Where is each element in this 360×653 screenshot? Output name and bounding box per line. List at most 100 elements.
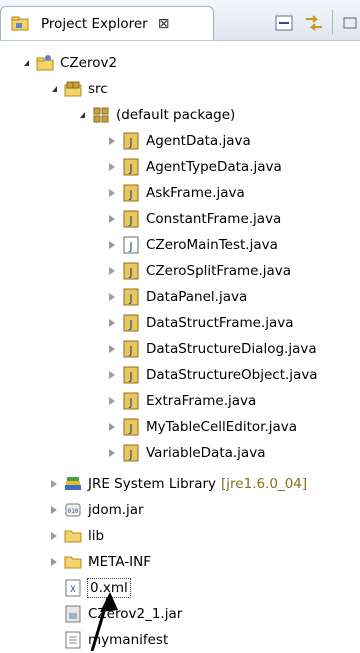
tree-item-java-file[interactable]: J DataPanel.java [106,284,247,310]
java-file-label: ConstantFrame.java [146,211,282,227]
jre-version-decoration: [jre1.6.0_04] [221,476,308,492]
package-label: (default package) [116,107,236,123]
java-file-icon: J [122,132,140,150]
svg-text:J: J [128,344,132,357]
tree-item-default-package[interactable]: (default package) [76,102,235,128]
svg-text:X: X [70,585,76,595]
svg-text:J: J [128,214,132,227]
project-explorer-icon [11,15,29,33]
collapsed-icon[interactable] [48,556,60,568]
collapsed-icon[interactable] [106,135,118,147]
expanded-icon[interactable] [76,109,88,121]
collapsed-icon[interactable] [106,265,118,277]
src-label: src [88,81,108,97]
collapsed-icon[interactable] [106,447,118,459]
svg-text:J: J [128,318,132,331]
tree-item-java-file[interactable]: J CZeroSplitFrame.java [106,258,291,284]
collapsed-icon[interactable] [106,369,118,381]
java-file-icon: J [122,418,140,436]
java-file-label: AskFrame.java [146,185,245,201]
java-file-icon: J [122,210,140,228]
java-file-label: DataStructureObject.java [146,367,318,383]
jre-library-label: JRE System Library [88,476,217,492]
tree-item-jar-file[interactable]: CZerov2_1.jar [64,601,182,627]
jdom-jar-label: jdom.jar [88,502,144,518]
tree-item-java-file[interactable]: J DataStructFrame.java [106,310,294,336]
collapsed-icon[interactable] [106,421,118,433]
tree-item-lib-folder[interactable]: lib [48,523,104,549]
project-explorer-tab[interactable]: Project Explorer ⊠ [0,6,214,40]
svg-text:J: J [128,266,132,279]
java-file-icon: J [122,444,140,462]
svg-text:J: J [128,422,132,435]
close-icon[interactable]: ⊠ [158,16,170,32]
collapsed-icon[interactable] [106,395,118,407]
collapsed-icon[interactable] [106,343,118,355]
svg-text:J: J [128,396,132,409]
folder-icon [64,527,82,545]
collapsed-icon[interactable] [106,291,118,303]
collapsed-icon[interactable] [106,239,118,251]
java-file-label: VariableData.java [146,445,266,461]
tree-item-meta-inf-folder[interactable]: META-INF [48,549,151,575]
svg-text:J: J [128,292,132,305]
xml-file-label: 0.xml [87,578,131,598]
lib-label: lib [88,528,105,544]
java-file-icon: J [122,158,140,176]
collapsed-icon[interactable] [48,530,60,542]
collapse-all-icon[interactable] [274,14,294,32]
java-file-label: AgentTypeData.java [146,159,282,175]
view-menu-icon[interactable] [340,14,360,32]
collapsed-icon[interactable] [106,161,118,173]
svg-text:J: J [128,188,132,201]
expanded-icon[interactable] [20,57,32,69]
collapsed-icon[interactable] [48,504,60,516]
tree-item-java-file[interactable]: J AgentTypeData.java [106,154,282,180]
svg-text:010: 010 [68,508,79,515]
toolbar-separator [332,10,333,34]
tree-item-java-file[interactable]: J CZeroMainTest.java [106,232,278,258]
jar-file-label: CZerov2_1.jar [88,606,183,622]
java-file-icon: J [122,236,140,254]
source-folder-icon [64,80,82,98]
java-file-icon: J [122,392,140,410]
svg-text:J: J [128,162,132,175]
folder-icon [64,553,82,571]
collapsed-icon[interactable] [106,187,118,199]
tree-item-java-file[interactable]: J VariableData.java [106,440,265,466]
java-file-label: CZeroSplitFrame.java [146,263,292,279]
tree-item-project[interactable]: CZerov2 [20,50,117,76]
collapsed-icon[interactable] [48,478,60,490]
java-file-icon: J [122,366,140,384]
tree-item-java-file[interactable]: J MyTableCellEditor.java [106,414,297,440]
tree-item-java-file[interactable]: J AgentData.java [106,128,251,154]
tree-item-jre-library[interactable]: JRE System Library [jre1.6.0_04] [48,471,307,497]
java-file-icon: J [122,184,140,202]
project-name: CZerov2 [60,55,118,71]
tree-item-jdom-jar[interactable]: 010 jdom.jar [48,497,144,523]
tree-item-manifest-file[interactable]: mymanifest [64,627,168,653]
svg-text:J: J [128,448,132,461]
tree-item-java-file[interactable]: J DataStructureDialog.java [106,336,317,362]
tree-item-java-file[interactable]: J DataStructureObject.java [106,362,318,388]
java-project-icon [36,54,54,72]
link-with-editor-icon[interactable] [304,14,324,32]
java-file-icon: J [122,262,140,280]
svg-text:J: J [128,370,132,383]
collapsed-icon[interactable] [106,317,118,329]
java-file-label: DataPanel.java [146,289,248,305]
tree-item-java-file[interactable]: J ConstantFrame.java [106,206,281,232]
collapsed-icon[interactable] [106,213,118,225]
tree-item-java-file[interactable]: J ExtraFrame.java [106,388,256,414]
meta-inf-label: META-INF [88,554,152,570]
java-file-label: DataStructFrame.java [146,315,294,331]
tree-item-src[interactable]: src [48,76,108,102]
library-icon [64,475,82,493]
java-file-label: DataStructureDialog.java [146,341,317,357]
expanded-icon[interactable] [48,83,60,95]
tree-item-java-file[interactable]: J AskFrame.java [106,180,245,206]
tree-item-xml-file[interactable]: X 0.xml [64,575,131,601]
java-file-label: AgentData.java [146,133,251,149]
java-file-icon: J [122,314,140,332]
java-file-icon: J [122,340,140,358]
